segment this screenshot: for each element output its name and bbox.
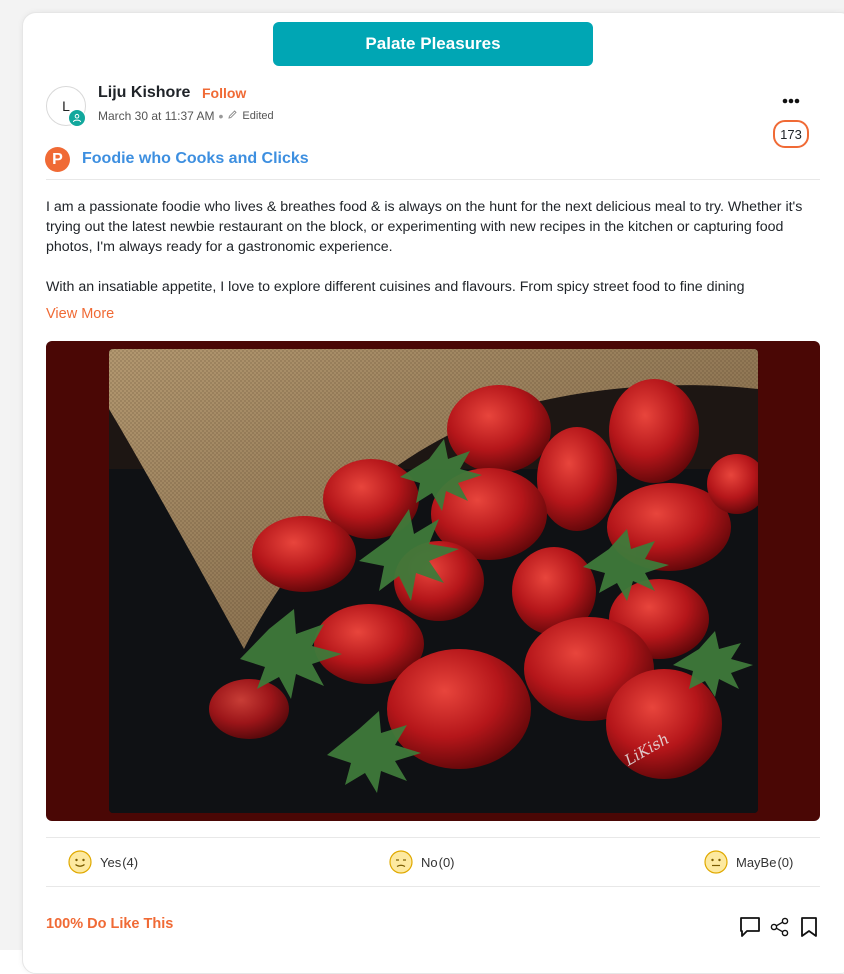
reaction-bar: Yes (4) No (0) MayBe (0) [46,837,820,886]
post-meta: March 30 at 11:37 AM • Edited [98,108,274,124]
author-name[interactable]: Liju Kishore [98,84,190,102]
reaction-no-count: (0) [438,854,455,870]
reaction-maybe[interactable]: MayBe (0) [704,850,793,874]
pencil-icon [227,109,238,123]
group-title-button[interactable]: Palate Pleasures [273,22,593,66]
post-paragraph: I am a passionate foodie who lives & bre… [46,199,803,255]
view-more-link[interactable]: View More [46,306,114,322]
follow-button[interactable]: Follow [202,85,246,101]
like-summary: 100% Do Like This [46,916,174,932]
reaction-no[interactable]: No (0) [389,850,455,874]
reaction-maybe-count: (0) [777,854,794,870]
reaction-yes-label: Yes [100,854,122,870]
user-badge-icon [68,109,86,127]
more-options-icon[interactable] [780,92,802,110]
reaction-no-label: No [421,854,438,870]
reaction-yes-count: (4) [122,854,139,870]
view-count-badge: 173 [773,120,809,148]
share-icon[interactable] [769,916,791,938]
strawberries-photo[interactable]: LiKish [109,349,758,813]
post-paragraph: With an insatiable appetite, I love to e… [46,279,745,295]
divider [46,886,820,887]
group-title: Palate Pleasures [365,34,501,53]
reaction-yes[interactable]: Yes (4) [68,850,138,874]
avatar-initial: L [62,98,70,114]
comment-icon[interactable] [739,916,761,938]
post-timestamp: March 30 at 11:37 AM [98,109,215,123]
post-image-frame[interactable]: LiKish [46,341,820,821]
smiley-yes-icon [68,850,92,874]
reaction-maybe-label: MayBe [736,854,777,870]
profile-p-icon: P [45,147,70,172]
bookmark-icon[interactable] [798,916,820,938]
view-count: 173 [780,126,802,142]
meta-separator: • [218,108,224,124]
smiley-no-icon [389,850,413,874]
smiley-maybe-icon [704,850,728,874]
divider [46,179,820,180]
profile-title-link[interactable]: Foodie who Cooks and Clicks [82,150,309,168]
post-body: I am a passionate foodie who lives & bre… [46,197,816,317]
edited-label: Edited [242,110,274,122]
profile-icon-letter: P [52,150,63,168]
